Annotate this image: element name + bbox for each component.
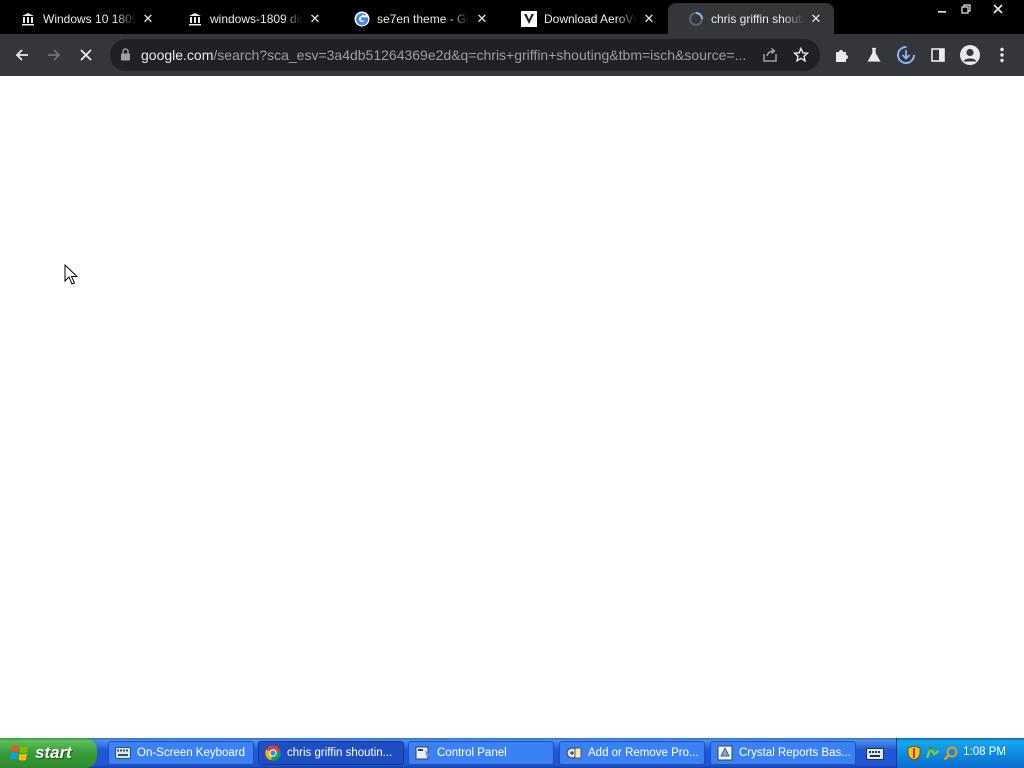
add-remove-programs-icon <box>566 745 582 761</box>
taskbar-item-label: Add or Remove Pro... <box>588 747 699 759</box>
taskbar-item-crystal-reports[interactable]: Crystal Reports Bas... <box>710 741 856 765</box>
tab-title: se7en theme - Goog <box>377 11 470 26</box>
security-shield-icon[interactable] <box>907 745 921 766</box>
taskbar-item-label: chris griffin shoutin... <box>287 747 393 759</box>
clock: 1:08 PM <box>963 746 1006 758</box>
network-icon[interactable] <box>925 745 941 766</box>
start-button[interactable]: start <box>0 738 97 768</box>
crystal-reports-icon <box>717 745 733 761</box>
language-bar-icon[interactable] <box>866 747 884 765</box>
profile-avatar-icon[interactable] <box>954 39 986 71</box>
url-host: google.com <box>141 47 214 63</box>
taskbar-item-label: On-Screen Keyboard <box>137 747 246 759</box>
control-panel-icon <box>415 745 431 761</box>
back-icon[interactable] <box>6 39 38 71</box>
taskbar-item-control-panel[interactable]: Control Panel <box>408 741 554 765</box>
tab-close-icon[interactable]: ✕ <box>474 11 490 27</box>
download-progress-icon[interactable] <box>890 39 922 71</box>
url-path: /search?sca_esv=3a4db51264369e2d&q=chris… <box>213 47 747 63</box>
institution-icon <box>187 11 203 27</box>
taskbar-item-on-screen-keyboard[interactable]: On-Screen Keyboard <box>108 741 254 765</box>
taskbar-item-label: Control Panel <box>437 747 507 759</box>
google-g-icon <box>354 11 370 27</box>
windows-flag-icon <box>10 745 28 761</box>
page-content-blank <box>0 77 1024 736</box>
tab-se7en-theme[interactable]: se7en theme - Goog ✕ <box>334 3 500 34</box>
taskbar: start On-Screen Keyboard chris griffin s… <box>0 738 1024 768</box>
bookmark-star-icon[interactable] <box>792 46 810 68</box>
tab-chris-griffin-shouting[interactable]: chris griffin shouting ✕ <box>668 3 834 34</box>
stop-loading-icon[interactable] <box>70 39 102 71</box>
keyboard-icon <box>115 745 131 761</box>
url-text[interactable]: google.com/search?sca_esv=3a4db51264369e… <box>141 47 753 63</box>
more-menu-icon[interactable] <box>986 39 1018 71</box>
tab-close-icon[interactable]: ✕ <box>140 11 156 27</box>
tab-windows-10-1809[interactable]: Windows 10 1809 : F ✕ <box>0 3 166 34</box>
forward-icon[interactable] <box>38 39 70 71</box>
search-icon[interactable] <box>943 745 959 766</box>
desktop-screen: Windows 10 1809 : F ✕ windows-1809 direc… <box>0 0 1024 768</box>
restore-icon[interactable] <box>952 0 980 18</box>
tab-title: chris griffin shouting <box>711 11 804 26</box>
system-tray: 1:08 PM <box>896 738 1024 768</box>
tab-title: Download AeroVG S <box>544 11 637 26</box>
institution-icon <box>20 11 36 27</box>
tab-title: Windows 10 1809 : F <box>43 11 136 26</box>
mouse-cursor-icon <box>64 264 78 285</box>
share-icon[interactable] <box>762 47 778 68</box>
browser-toolbar: google.com/search?sca_esv=3a4db51264369e… <box>0 34 1024 76</box>
loading-spinner-icon <box>688 11 704 27</box>
labs-flask-icon[interactable] <box>858 39 890 71</box>
taskbar-item-label: Crystal Reports Bas... <box>739 747 851 759</box>
chrome-icon <box>265 745 281 761</box>
address-bar[interactable]: google.com/search?sca_esv=3a4db51264369e… <box>110 39 820 71</box>
tab-close-icon[interactable]: ✕ <box>808 11 824 27</box>
tab-download-aerovg[interactable]: Download AeroVG S ✕ <box>501 3 667 34</box>
extensions-puzzle-icon[interactable] <box>826 39 858 71</box>
tab-close-icon[interactable]: ✕ <box>307 11 323 27</box>
tab-title: windows-1809 direct <box>210 11 303 26</box>
tab-close-icon[interactable]: ✕ <box>641 11 657 27</box>
lock-icon[interactable] <box>120 48 131 66</box>
side-panel-icon[interactable] <box>922 39 954 71</box>
tab-windows-1809-direct[interactable]: windows-1809 direct ✕ <box>167 3 333 34</box>
aerovg-icon <box>521 10 537 27</box>
start-label: start <box>35 743 72 762</box>
taskbar-item-add-remove-programs[interactable]: Add or Remove Pro... <box>559 741 705 765</box>
taskbar-item-chrome[interactable]: chris griffin shoutin... <box>258 741 404 765</box>
close-window-icon[interactable] <box>984 0 1012 18</box>
tab-strip: Windows 10 1809 : F ✕ windows-1809 direc… <box>0 0 1024 34</box>
